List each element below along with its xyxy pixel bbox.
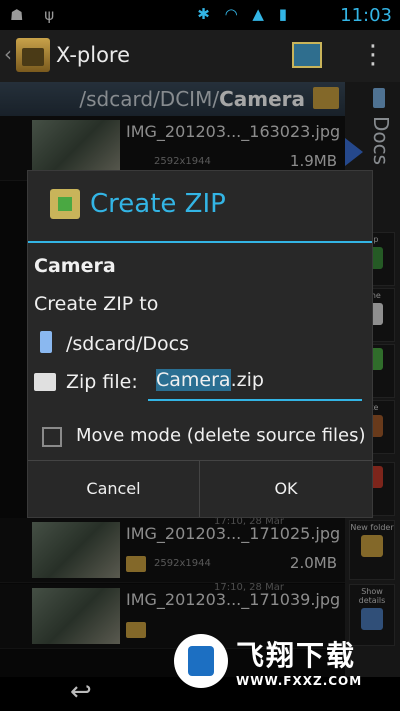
- clock: 11:03: [340, 5, 392, 26]
- watermark: 飞翔下载 WWW.FXXZ.COM: [170, 630, 398, 692]
- action-bar: ‹ X-plore ⋮: [0, 30, 400, 83]
- watermark-logo-icon: [174, 634, 228, 688]
- dialog-title: Create ZIP: [90, 189, 226, 219]
- create-zip-dialog: Create ZIP Camera Create ZIP to /sdcard/…: [27, 170, 373, 518]
- system-status-icons: ✱ ◠ ▲ ▮: [197, 5, 292, 23]
- create-zip-to-label: Create ZIP to: [34, 293, 159, 315]
- move-mode-label[interactable]: Move mode (delete source files): [76, 425, 366, 446]
- cancel-button[interactable]: Cancel: [28, 461, 200, 517]
- up-navigation-icon[interactable]: ‹: [4, 42, 12, 66]
- phone-storage-icon: [40, 331, 52, 353]
- ok-button[interactable]: OK: [200, 461, 372, 517]
- zip-archive-icon: [50, 189, 80, 219]
- dual-pane-toggle-icon[interactable]: [292, 42, 322, 68]
- dialog-buttons: Cancel OK: [28, 460, 372, 517]
- zip-extension: .zip: [230, 369, 264, 391]
- zip-file-label: Zip file:: [66, 371, 138, 393]
- back-icon[interactable]: ↩: [70, 677, 92, 707]
- status-bar: ☗ ψ ✱ ◠ ▲ ▮ 11:03: [0, 0, 400, 30]
- source-folder-name: Camera: [34, 255, 116, 277]
- zip-filename-value: Camera.zip: [156, 369, 264, 391]
- overflow-menu-icon[interactable]: ⋮: [360, 40, 386, 70]
- watermark-url: WWW.FXXZ.COM: [236, 674, 363, 688]
- zip-filename-input[interactable]: Camera.zip: [148, 363, 362, 401]
- selected-text: Camera: [156, 369, 231, 391]
- destination-path: /sdcard/Docs: [66, 333, 189, 355]
- notification-icons: ☗ ψ: [10, 6, 63, 24]
- zip-file-icon: [34, 373, 56, 391]
- watermark-text: 飞翔下载: [236, 639, 357, 672]
- app-logo-icon[interactable]: [16, 38, 50, 72]
- app-title: X-plore: [56, 43, 131, 67]
- dialog-header: Create ZIP: [28, 171, 372, 243]
- move-mode-checkbox[interactable]: [42, 427, 62, 447]
